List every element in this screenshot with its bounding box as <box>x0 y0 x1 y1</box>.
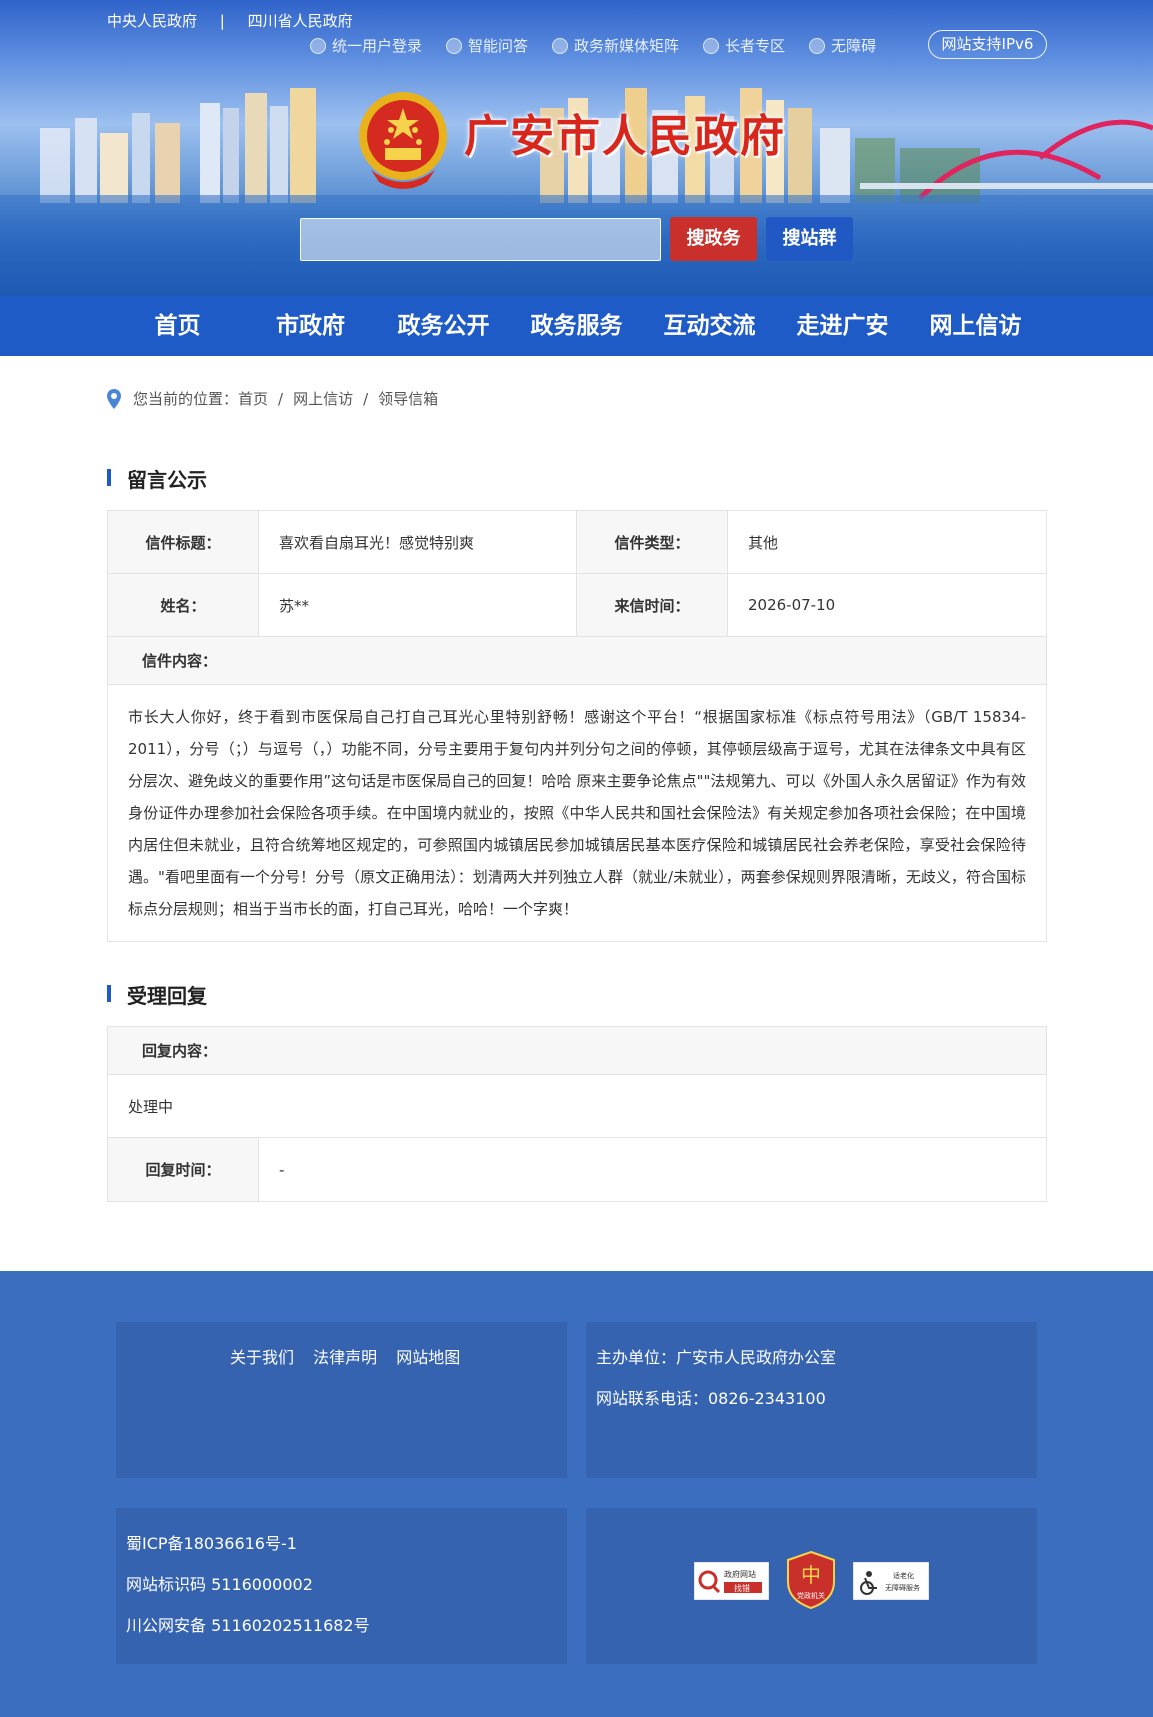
ipv6-badge[interactable]: 网站支持IPv6 <box>928 30 1047 59</box>
link-sichuan-gov[interactable]: 四川省人民政府 <box>248 12 353 30</box>
util-elder[interactable]: 长者专区 <box>703 35 785 56</box>
svg-text:中: 中 <box>801 1563 821 1587</box>
util-login[interactable]: 统一用户登录 <box>310 35 422 56</box>
util-media[interactable]: 政务新媒体矩阵 <box>552 35 679 56</box>
search-gov-button[interactable]: 搜政务 <box>670 217 757 261</box>
footer-site-code: 网站标识码 5116000002 <box>126 1575 313 1594</box>
link-central-gov[interactable]: 中央人民政府 <box>107 12 197 30</box>
letter-title-label: 信件标题： <box>108 511 259 573</box>
user-icon <box>310 37 326 54</box>
breadcrumb-leader-mailbox[interactable]: 领导信箱 <box>378 388 438 409</box>
breadcrumb-separator: / <box>363 389 369 408</box>
util-media-label: 政务新媒体矩阵 <box>574 37 680 55</box>
footer-link-legal[interactable]: 法律声明 <box>313 1348 377 1367</box>
party-gov-badge[interactable]: 中 党政机关 <box>786 1550 836 1610</box>
message-row-content-label: 信件内容： <box>108 637 1046 685</box>
footer-phone: 网站联系电话：0826-2343100 <box>596 1389 826 1408</box>
reply-table: 回复内容： 处理中 回复时间： - <box>107 1026 1047 1202</box>
letter-type-value: 其他 <box>748 533 779 552</box>
message-row-content: 市长大人你好，终于看到市医保局自己打自己耳光心里特别舒畅！感谢这个平台！“根据国… <box>108 685 1046 941</box>
accessibility-icon <box>809 37 826 54</box>
breadcrumb-petition[interactable]: 网上信访 <box>293 388 353 409</box>
search-input[interactable] <box>300 218 661 261</box>
footer-sponsor: 主办单位：广安市人民政府办公室 <box>596 1348 837 1367</box>
letter-content-text: 市长大人你好，终于看到市医保局自己打自己耳光心里特别舒畅！感谢这个平台！“根据国… <box>128 708 1026 918</box>
badge-elder-text-a: 适老化 <box>893 1571 914 1580</box>
breadcrumb-separator: / <box>278 389 284 408</box>
reply-section-title: 受理回复 <box>107 980 207 1009</box>
util-accessibility-label: 无障碍 <box>831 37 877 55</box>
main-nav: 首页 市政府 政务公开 政务服务 互动交流 走进广安 网上信访 <box>0 296 1153 356</box>
utility-bar: 统一用户登录 智能问答 政务新媒体矩阵 长者专区 无障碍 <box>310 35 900 56</box>
top-links: 中央人民政府 | 四川省人民政府 <box>107 10 353 31</box>
footer-link-about[interactable]: 关于我们 <box>230 1348 294 1367</box>
letter-name-value: 苏** <box>259 574 577 636</box>
location-pin-icon <box>107 388 121 409</box>
search-group-button[interactable]: 搜站群 <box>766 217 853 261</box>
util-login-label: 统一用户登录 <box>332 37 423 55</box>
elder-icon <box>703 37 720 54</box>
nav-about-guangan[interactable]: 走进广安 <box>776 296 909 356</box>
footer-links: 关于我们 法律声明 网站地图 <box>230 1344 474 1368</box>
badge-find-error-sub: 找错 <box>734 1583 750 1593</box>
util-accessibility[interactable]: 无障碍 <box>809 35 876 56</box>
find-error-badge[interactable]: 政府网站 找错 <box>694 1562 769 1600</box>
reply-time-value: - <box>279 1160 285 1179</box>
nav-interaction[interactable]: 互动交流 <box>643 296 776 356</box>
nav-gov-service[interactable]: 政务服务 <box>510 296 643 356</box>
national-emblem-logo <box>359 92 447 189</box>
footer-link-sitemap[interactable]: 网站地图 <box>396 1348 460 1367</box>
message-row-title: 信件标题： 喜欢看自扇耳光！感觉特别爽 信件类型： 其他 <box>108 511 1046 574</box>
util-elder-label: 长者专区 <box>725 37 786 55</box>
breadcrumb-home[interactable]: 首页 <box>238 388 268 409</box>
reply-row-content: 处理中 <box>108 1075 1046 1138</box>
elder-access-badge[interactable]: 适老化 无障碍服务 <box>853 1562 929 1600</box>
util-qa[interactable]: 智能问答 <box>446 35 528 56</box>
reply-content-label: 回复内容： <box>108 1027 1046 1074</box>
footer-police-record[interactable]: 川公网安备 51160202511682号 <box>126 1612 370 1636</box>
nav-petition[interactable]: 网上信访 <box>909 296 1042 356</box>
letter-type-label: 信件类型： <box>577 511 728 573</box>
letter-time-label: 来信时间： <box>577 574 728 636</box>
media-icon <box>552 37 569 54</box>
message-row-name: 姓名： 苏** 来信时间： 2026-07-10 <box>108 574 1046 637</box>
footer-icp[interactable]: 蜀ICP备18036616号-1 <box>126 1530 297 1554</box>
nav-gov-open[interactable]: 政务公开 <box>377 296 510 356</box>
message-section-title: 留言公示 <box>107 464 207 493</box>
message-table: 信件标题： 喜欢看自扇耳光！感觉特别爽 信件类型： 其他 姓名： 苏** 来信时… <box>107 510 1047 942</box>
top-links-separator: | <box>219 12 225 30</box>
letter-title-value: 喜欢看自扇耳光！感觉特别爽 <box>259 511 577 573</box>
badge-party-gov-text: 党政机关 <box>797 1591 825 1600</box>
badge-find-error-text: 政府网站 <box>724 1569 756 1579</box>
robot-icon <box>446 37 463 54</box>
letter-time-value: 2026-07-10 <box>748 596 836 614</box>
breadcrumb: 您当前的位置： 首页 / 网上信访 / 领导信箱 <box>107 388 438 409</box>
site-title: 广安市人民政府 <box>464 111 786 162</box>
breadcrumb-prefix: 您当前的位置： <box>133 390 239 408</box>
letter-name-label: 姓名： <box>108 574 259 636</box>
reply-content-text: 处理中 <box>128 1097 174 1116</box>
nav-home[interactable]: 首页 <box>111 296 244 356</box>
reply-time-label: 回复时间： <box>108 1138 259 1201</box>
reply-row-content-label: 回复内容： <box>108 1027 1046 1075</box>
badge-elder-text-b: 无障碍服务 <box>885 1583 920 1592</box>
util-qa-label: 智能问答 <box>468 37 529 55</box>
letter-content-label: 信件内容： <box>108 637 1046 684</box>
reply-row-time: 回复时间： - <box>108 1138 1046 1201</box>
nav-city-gov[interactable]: 市政府 <box>244 296 377 356</box>
